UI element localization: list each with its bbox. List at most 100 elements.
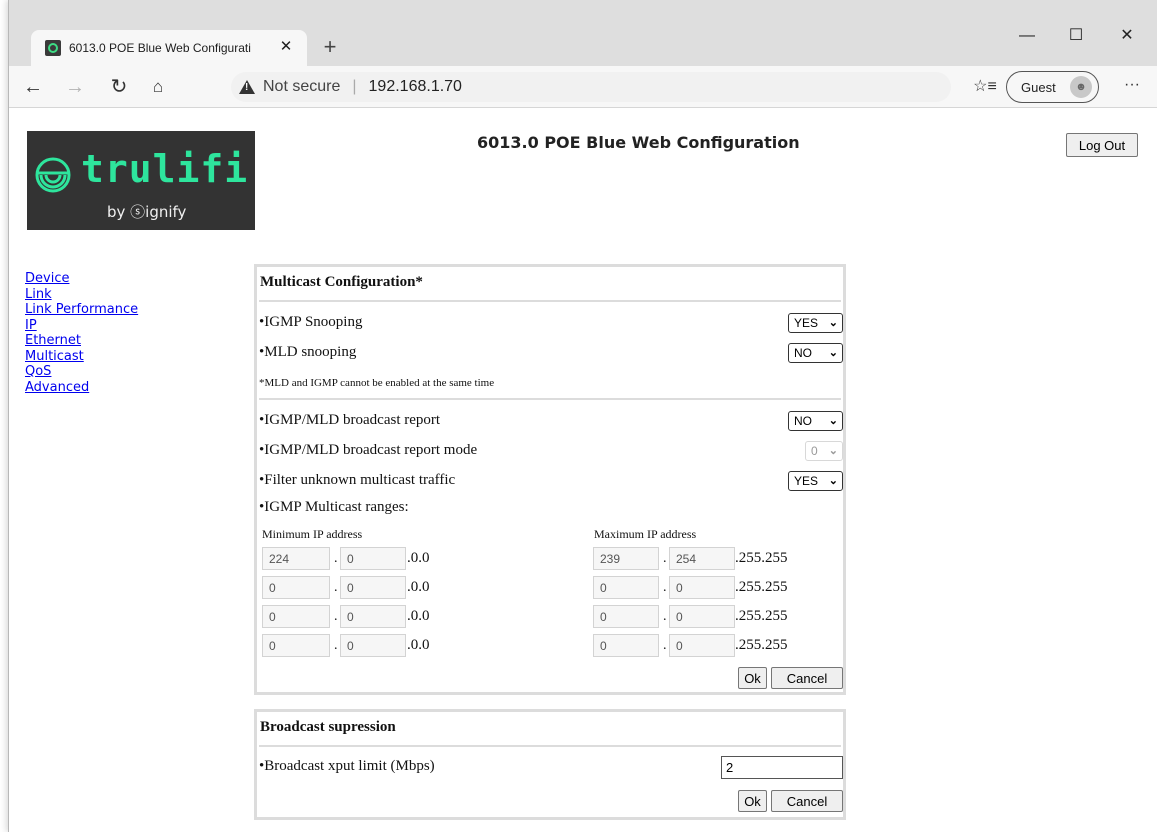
multicast-panel: Multicast Configuration* •IGMP Snooping … <box>254 264 846 695</box>
logout-button[interactable]: Log Out <box>1066 133 1138 157</box>
not-secure-label: Not secure <box>263 78 341 95</box>
divider <box>259 398 841 400</box>
igmp-snooping-select[interactable]: YES ⌄ <box>788 313 843 333</box>
max-ip-octet2[interactable]: 0 <box>669 634 735 657</box>
broadcast-limit-label: •Broadcast xput limit (Mbps) <box>259 758 435 774</box>
page-title: 6013.0 POE Blue Web Configuration <box>477 133 800 152</box>
sidebar-nav: Device Link Link Performance IP Ethernet… <box>25 271 225 395</box>
favorites-icon[interactable]: ☆≡ <box>971 74 999 100</box>
ip-dot: . <box>334 609 338 624</box>
nav-link-performance[interactable]: Link Performance <box>25 302 225 318</box>
browser-window: 6013.0 POE Blue Web Configurati ✕ + — ☐ … <box>8 0 1157 832</box>
broadcast-panel: Broadcast supression •Broadcast xput lim… <box>254 709 846 820</box>
broadcast-report-select[interactable]: NO ⌄ <box>788 411 843 431</box>
nav-device[interactable]: Device <box>25 271 225 287</box>
ip-dot: . <box>334 580 338 595</box>
broadcast-report-mode-value: 0 <box>811 444 818 458</box>
broadcast-report-mode-label: •IGMP/MLD broadcast report mode <box>259 442 478 458</box>
igmp-ranges-label: •IGMP Multicast ranges: <box>259 499 409 515</box>
multicast-heading: Multicast Configuration* <box>260 274 423 290</box>
max-ip-suffix: .255.255 <box>735 608 788 624</box>
mld-snooping-select[interactable]: NO ⌄ <box>788 343 843 363</box>
back-icon[interactable]: ← <box>19 74 47 100</box>
ip-dot: . <box>334 551 338 566</box>
ip-dot: . <box>663 551 667 566</box>
more-menu-icon[interactable]: ··· <box>1117 74 1147 100</box>
broadcast-cancel-button[interactable]: Cancel <box>771 790 843 812</box>
min-ip-octet1[interactable]: 0 <box>262 634 330 657</box>
tab-close-icon[interactable]: ✕ <box>277 38 295 56</box>
ip-dot: . <box>663 638 667 653</box>
min-ip-header: Minimum IP address <box>262 527 363 541</box>
chevron-down-icon: ⌄ <box>828 317 838 329</box>
min-ip-octet1[interactable]: 0 <box>262 605 330 628</box>
home-icon[interactable]: ⌂ <box>144 74 172 100</box>
minimize-icon[interactable]: — <box>1004 22 1050 50</box>
filter-unknown-select[interactable]: YES ⌄ <box>788 471 843 491</box>
forward-icon[interactable]: → <box>61 74 89 100</box>
nav-ethernet[interactable]: Ethernet <box>25 333 225 349</box>
min-ip-suffix: .0.0 <box>407 550 430 566</box>
close-window-icon[interactable]: ✕ <box>1104 22 1150 50</box>
max-ip-octet2[interactable]: 254 <box>669 547 735 570</box>
tab-strip: 6013.0 POE Blue Web Configurati ✕ + — ☐ … <box>9 0 1157 66</box>
max-ip-octet1[interactable]: 239 <box>593 547 659 570</box>
filter-unknown-label: •Filter unknown multicast traffic <box>259 472 456 488</box>
profile-label: Guest <box>1021 79 1056 95</box>
profile-button[interactable]: Guest ☻ <box>1006 71 1099 103</box>
nav-ip[interactable]: IP <box>25 318 225 334</box>
trulifi-mark-icon <box>35 157 71 193</box>
min-ip-octet2[interactable]: 0 <box>340 634 406 657</box>
max-ip-header: Maximum IP address <box>594 527 697 541</box>
broadcast-report-mode-select[interactable]: 0 ⌄ <box>805 441 843 461</box>
address-bar[interactable]: Not secure | 192.168.1.70 <box>231 72 951 102</box>
max-ip-octet1[interactable]: 0 <box>593 634 659 657</box>
min-ip-octet2[interactable]: 0 <box>340 547 406 570</box>
trulifi-logo: trulifi by ⓢignify <box>27 131 255 230</box>
broadcast-report-label: •IGMP/MLD broadcast report <box>259 412 441 428</box>
igmp-snooping-label: •IGMP Snooping <box>259 314 363 330</box>
address-separator: | <box>352 78 357 95</box>
logo-tagline: by ⓢignify <box>107 203 187 221</box>
max-ip-suffix: .255.255 <box>735 637 788 653</box>
max-ip-octet1[interactable]: 0 <box>593 576 659 599</box>
max-ip-octet1[interactable]: 0 <box>593 605 659 628</box>
nav-advanced[interactable]: Advanced <box>25 380 225 396</box>
max-ip-octet2[interactable]: 0 <box>669 576 735 599</box>
broadcast-ok-button[interactable]: Ok <box>738 790 767 812</box>
browser-tab[interactable]: 6013.0 POE Blue Web Configurati ✕ <box>31 30 307 66</box>
mld-snooping-label: •MLD snooping <box>259 344 357 360</box>
max-ip-octet2[interactable]: 0 <box>669 605 735 628</box>
nav-link[interactable]: Link <box>25 287 225 303</box>
chevron-down-icon: ⌄ <box>828 475 838 487</box>
filter-unknown-value: YES <box>794 474 819 488</box>
warning-icon <box>239 80 255 94</box>
min-ip-octet1[interactable]: 224 <box>262 547 330 570</box>
min-ip-octet1[interactable]: 0 <box>262 576 330 599</box>
min-ip-suffix: .0.0 <box>407 579 430 595</box>
favicon-icon <box>45 40 61 56</box>
max-ip-suffix: .255.255 <box>735 579 788 595</box>
nav-qos[interactable]: QoS <box>25 364 225 380</box>
broadcast-limit-input[interactable]: 2 <box>721 756 843 779</box>
tab-title: 6013.0 POE Blue Web Configurati <box>69 41 251 55</box>
maximize-icon[interactable]: ☐ <box>1053 22 1099 50</box>
min-ip-octet2[interactable]: 0 <box>340 605 406 628</box>
broadcast-report-value: NO <box>794 414 812 428</box>
chevron-down-icon: ⌄ <box>828 347 838 359</box>
multicast-ok-button[interactable]: Ok <box>738 667 767 689</box>
min-ip-suffix: .0.0 <box>407 608 430 624</box>
divider <box>259 745 841 747</box>
nav-multicast[interactable]: Multicast <box>25 349 225 365</box>
reload-icon[interactable]: ↻ <box>105 74 133 100</box>
broadcast-heading: Broadcast supression <box>260 719 396 735</box>
divider <box>259 300 841 302</box>
min-ip-octet2[interactable]: 0 <box>340 576 406 599</box>
multicast-cancel-button[interactable]: Cancel <box>771 667 843 689</box>
new-tab-button[interactable]: + <box>316 34 344 62</box>
ip-dot: . <box>663 609 667 624</box>
chevron-down-icon: ⌄ <box>828 415 838 427</box>
browser-toolbar: ← → ↻ ⌂ Not secure | 192.168.1.70 ☆≡ Gue… <box>9 66 1157 108</box>
ip-dot: . <box>663 580 667 595</box>
max-ip-suffix: .255.255 <box>735 550 788 566</box>
